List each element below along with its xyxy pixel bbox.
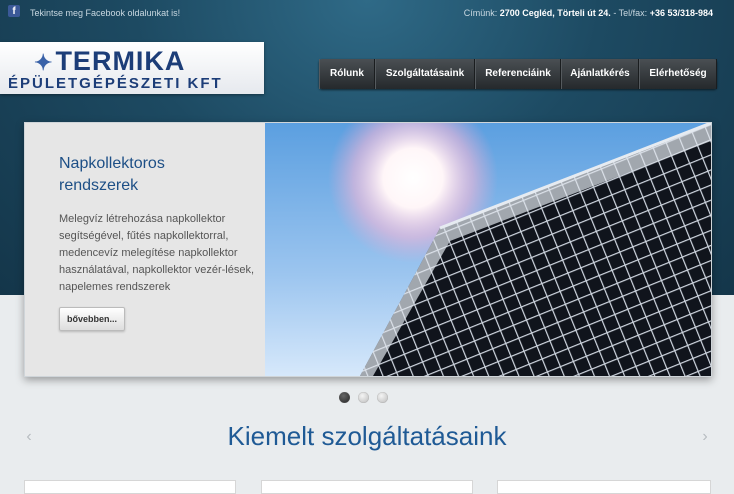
slider-dot-1[interactable] (339, 392, 350, 403)
solar-panel-image (265, 123, 711, 376)
section-title: Kiemelt szolgáltatásaink (227, 421, 507, 451)
section-heading: Kiemelt szolgáltatásaink (0, 421, 734, 452)
main-navigation: Rólunk Szolgáltatásaink Referenciáink Aj… (319, 59, 717, 89)
company-logo[interactable]: ✦TERMIKA ÉPÜLETGÉPÉSZETI KFT (0, 42, 264, 94)
slide-caption: Napkollektoros rendszerek Melegvíz létre… (25, 123, 265, 376)
address-label: Címünk: (463, 8, 498, 18)
top-info-bar: f Tekintse meg Facebook oldalunkat is! C… (0, 0, 734, 26)
slider-dot-3[interactable] (377, 392, 388, 403)
service-card-1[interactable] (24, 480, 236, 494)
nav-item-szolgaltatasaink[interactable]: Szolgáltatásaink (375, 59, 475, 89)
more-button[interactable]: bővebben... (59, 307, 125, 331)
logo-line-2: ÉPÜLETGÉPÉSZETI KFT (8, 75, 223, 92)
nav-item-referenciaink[interactable]: Referenciáink (475, 59, 561, 89)
slider-pagination (339, 392, 388, 403)
phone-label: - Tel/fax: (610, 8, 648, 18)
service-card-2[interactable] (261, 480, 473, 494)
chevron-right-icon[interactable]: › (698, 427, 712, 447)
logo-name: TERMIKA (55, 46, 186, 76)
slide-title: Napkollektoros rendszerek (59, 155, 165, 194)
facebook-link[interactable]: Tekintse meg Facebook oldalunkat is! (30, 8, 180, 18)
slide-text: Melegvíz létrehozása napkollektor segíts… (59, 213, 255, 293)
address-value: 2700 Cegléd, Törteli út 24. (499, 8, 611, 18)
logo-line-1: ✦TERMIKA (34, 46, 185, 77)
slider-dot-2[interactable] (358, 392, 369, 403)
logo-star-icon: ✦ (34, 50, 54, 75)
hero-slider: Napkollektoros rendszerek Melegvíz létre… (24, 122, 712, 377)
nav-item-elerhetoseg[interactable]: Elérhetőség (639, 59, 717, 89)
service-card-3[interactable] (497, 480, 711, 494)
nav-item-ajanlatkeres[interactable]: Ajánlatkérés (561, 59, 639, 89)
nav-item-rolunk[interactable]: Rólunk (319, 59, 375, 89)
phone-value: +36 53/318-984 (649, 8, 713, 18)
facebook-icon[interactable]: f (8, 5, 20, 17)
contact-info: Címünk: 2700 Cegléd, Törteli út 24. - Te… (464, 8, 713, 18)
